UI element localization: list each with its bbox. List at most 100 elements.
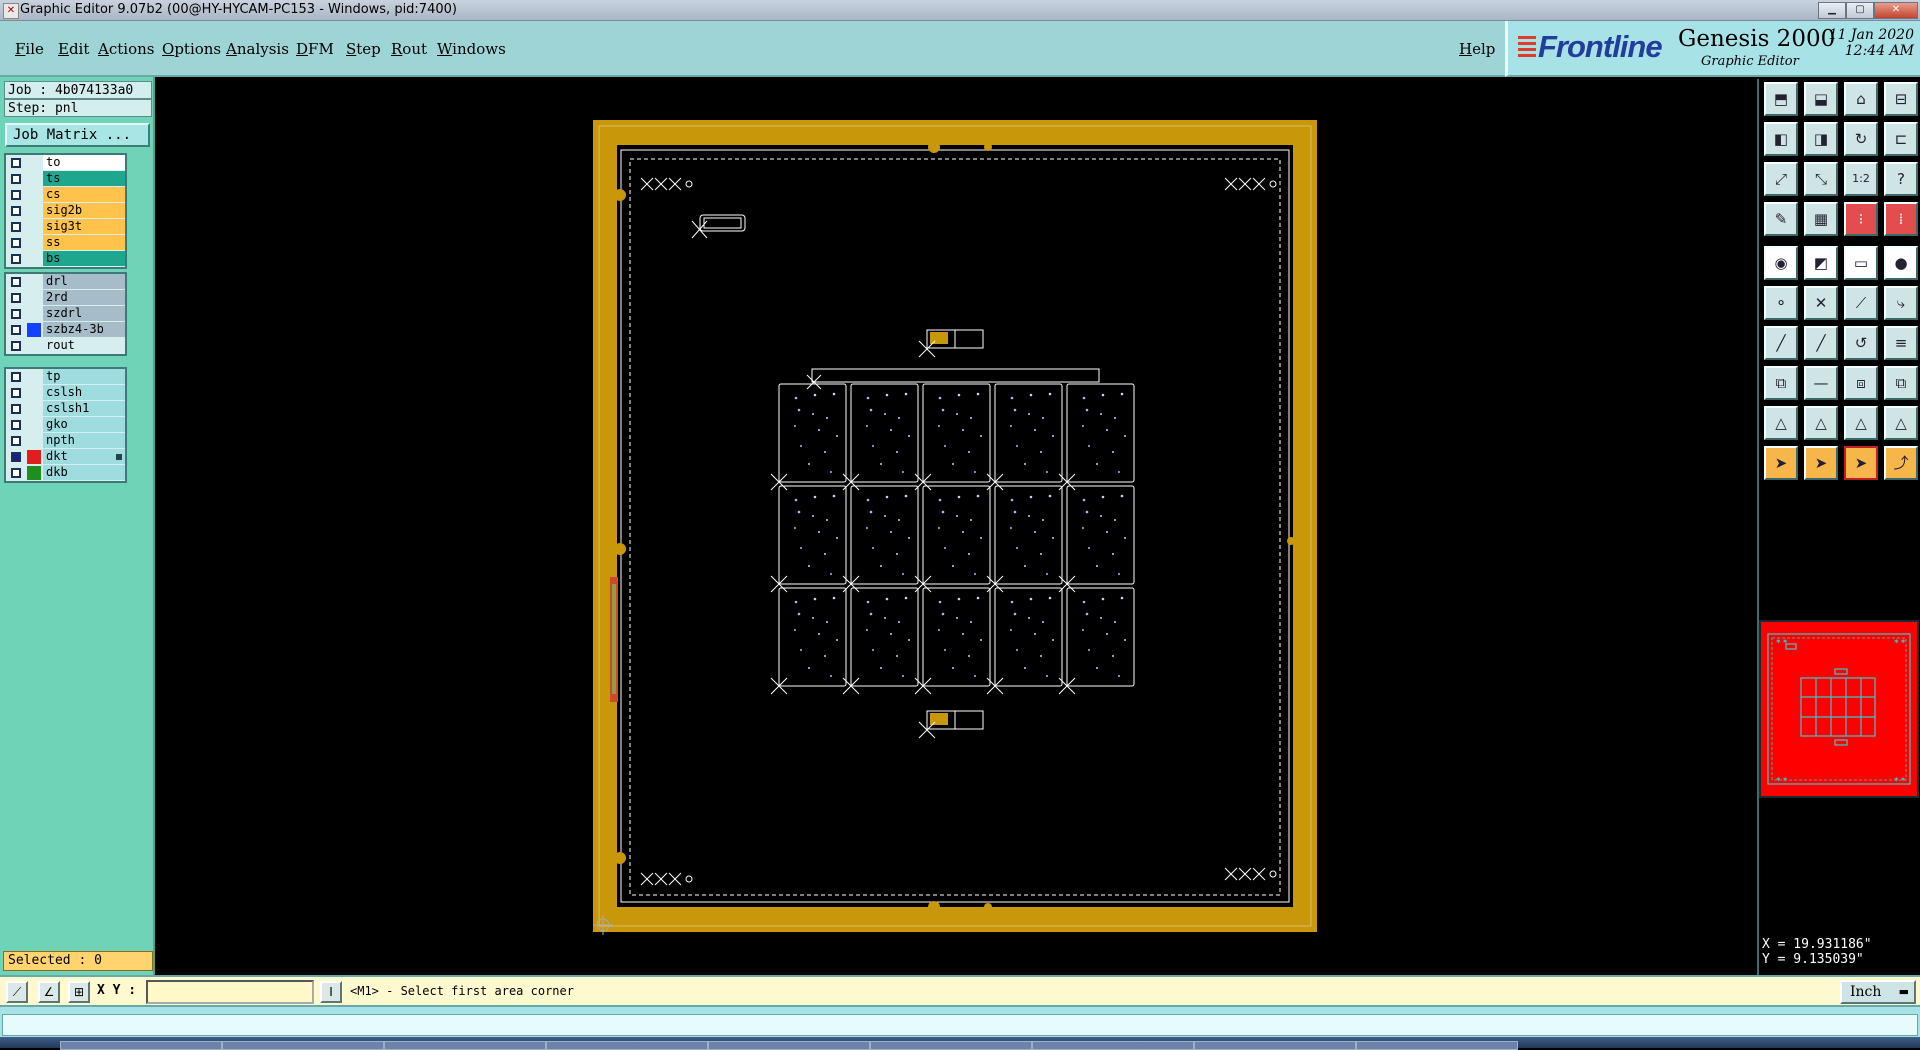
layer-name[interactable]: sig2b	[43, 203, 125, 218]
layer-row-sig3t[interactable]: sig3t	[6, 219, 125, 235]
layer-checkbox[interactable]	[11, 420, 21, 430]
layer-name[interactable]: cslsh1	[43, 401, 125, 416]
layer-name[interactable]: bs	[43, 251, 125, 266]
taskbar-item[interactable]	[546, 1041, 708, 1050]
layer-checkbox[interactable]	[11, 254, 21, 264]
pan-left-icon[interactable]: ◧	[1764, 122, 1798, 156]
layer-checkbox[interactable]	[11, 277, 21, 287]
layer-name[interactable]: tp	[43, 369, 125, 384]
layer-name[interactable]: cs	[43, 187, 125, 202]
grid-snap-icon[interactable]: ⊞	[68, 981, 90, 1003]
taskbar-item[interactable]	[384, 1041, 546, 1050]
layer-name[interactable]: gko	[43, 417, 125, 432]
angle-icon[interactable]: ∠	[38, 981, 60, 1003]
taskbar-item[interactable]	[1356, 1041, 1518, 1050]
layer-checkbox[interactable]	[11, 190, 21, 200]
menu-analysis[interactable]: Analysis	[226, 40, 289, 58]
layer-name[interactable]: ss	[43, 235, 125, 250]
taskbar-item[interactable]	[222, 1041, 384, 1050]
layer-row-cslsh1[interactable]: cslsh1	[6, 401, 125, 417]
cross-icon[interactable]: ✕	[1804, 286, 1838, 320]
layer-checkbox[interactable]	[11, 325, 21, 335]
fit-step-icon[interactable]: ⤡	[1804, 162, 1838, 196]
layer-name[interactable]: dkt	[43, 449, 125, 464]
layer-checkbox[interactable]	[11, 206, 21, 216]
layer-row-2rd[interactable]: 2rd	[6, 290, 125, 306]
layer-row-cslsh[interactable]: cslsh	[6, 385, 125, 401]
measure-icon[interactable]: ⧈	[1844, 366, 1878, 400]
layer-checkbox[interactable]	[11, 222, 21, 232]
line-red-icon[interactable]: ╱	[1764, 326, 1798, 360]
copy-icon[interactable]: ⧉	[1884, 366, 1918, 400]
layers-a-icon[interactable]: ⁝	[1844, 202, 1878, 236]
layer-checkbox[interactable]	[11, 293, 21, 303]
select-arrow-icon[interactable]: ➤	[1764, 446, 1798, 480]
layer-checkbox[interactable]	[11, 452, 21, 462]
taskbar-item[interactable]	[1194, 1041, 1356, 1050]
layer-name[interactable]: to	[43, 155, 125, 170]
scale-1-2-icon[interactable]: 1:2	[1844, 162, 1878, 196]
layer-row-rout[interactable]: rout	[6, 338, 125, 354]
menu-edit[interactable]: Edit	[58, 40, 89, 58]
maximize-icon[interactable]: ▢	[1846, 2, 1874, 19]
menu-help[interactable]: Help	[1459, 40, 1495, 58]
layer-row-ss[interactable]: ss	[6, 235, 125, 251]
layer-row-to[interactable]: to	[6, 155, 125, 171]
layer-row-npth[interactable]: npth	[6, 433, 125, 449]
drawline-icon[interactable]: ◩	[1804, 246, 1838, 280]
mouse-icon[interactable]: ✎	[1764, 202, 1798, 236]
zoom-line-icon[interactable]: ⟋	[6, 981, 28, 1003]
layer-name[interactable]: 2rd	[43, 290, 125, 305]
tri-b-icon[interactable]: △	[1804, 406, 1838, 440]
cursor-button[interactable]: I	[320, 981, 342, 1003]
layer-name[interactable]: sig3t	[43, 219, 125, 234]
taskbar-item[interactable]	[708, 1041, 870, 1050]
layer-row-ts[interactable]: ts	[6, 171, 125, 187]
minus-icon[interactable]: —	[1804, 366, 1838, 400]
fit-screen-icon[interactable]: ⤢	[1764, 162, 1798, 196]
layer-checkbox[interactable]	[11, 388, 21, 398]
taskbar-item[interactable]	[1032, 1041, 1194, 1050]
layer-name[interactable]: rout	[43, 338, 125, 353]
taskbar-item[interactable]	[60, 1041, 222, 1050]
layer-checkbox[interactable]	[11, 468, 21, 478]
layer-checkbox[interactable]	[11, 372, 21, 382]
layer-row-sig2b[interactable]: sig2b	[6, 203, 125, 219]
home-icon[interactable]: ⌂	[1844, 82, 1878, 116]
layer-name[interactable]: szdrl	[43, 306, 125, 321]
tri-d-icon[interactable]: △	[1884, 406, 1918, 440]
pan-right-icon[interactable]: ◨	[1804, 122, 1838, 156]
text-icon[interactable]: ≡	[1884, 326, 1918, 360]
ruler-icon[interactable]: ▭	[1844, 246, 1878, 280]
layer-checkbox[interactable]	[11, 341, 21, 351]
redraw-icon[interactable]: ↻	[1844, 122, 1878, 156]
select-area-icon[interactable]: ➤	[1844, 446, 1878, 480]
layer-checkbox[interactable]	[11, 309, 21, 319]
drill-icon[interactable]: ◉	[1764, 246, 1798, 280]
layer-checkbox[interactable]	[11, 158, 21, 168]
zoom-back-icon[interactable]: ⬓	[1804, 82, 1838, 116]
link-icon[interactable]: ⤷	[1884, 286, 1918, 320]
layer-checkbox[interactable]	[11, 238, 21, 248]
line-blue-icon[interactable]: ╱	[1804, 326, 1838, 360]
menu-rout[interactable]: Rout	[391, 40, 427, 58]
menu-windows[interactable]: Windows	[437, 40, 506, 58]
move-icon[interactable]: ⧉	[1764, 366, 1798, 400]
layer-row-szdrl[interactable]: szdrl	[6, 306, 125, 322]
close-icon[interactable]: ✕	[1874, 2, 1918, 19]
tri-c-icon[interactable]: △	[1844, 406, 1878, 440]
snap-icon[interactable]: ⊏	[1884, 122, 1918, 156]
xy-input[interactable]	[146, 980, 314, 1004]
taskbar-item[interactable]	[870, 1041, 1032, 1050]
query-icon[interactable]: ?	[1884, 162, 1918, 196]
node-icon[interactable]: ⚬	[1764, 286, 1798, 320]
layer-row-drl[interactable]: drl	[6, 274, 125, 290]
menu-options[interactable]: Options	[162, 40, 221, 58]
connect-icon[interactable]: ⟋	[1844, 286, 1878, 320]
grid-icon[interactable]: ▦	[1804, 202, 1838, 236]
overview-map[interactable]: ✶✶ ✶✶ ✶✶ ✶✶	[1759, 620, 1919, 798]
units-select[interactable]: Inch ▬	[1840, 980, 1916, 1004]
goto-home-icon[interactable]: ⬒	[1764, 82, 1798, 116]
layer-checkbox[interactable]	[11, 404, 21, 414]
layer-row-cs[interactable]: cs	[6, 187, 125, 203]
